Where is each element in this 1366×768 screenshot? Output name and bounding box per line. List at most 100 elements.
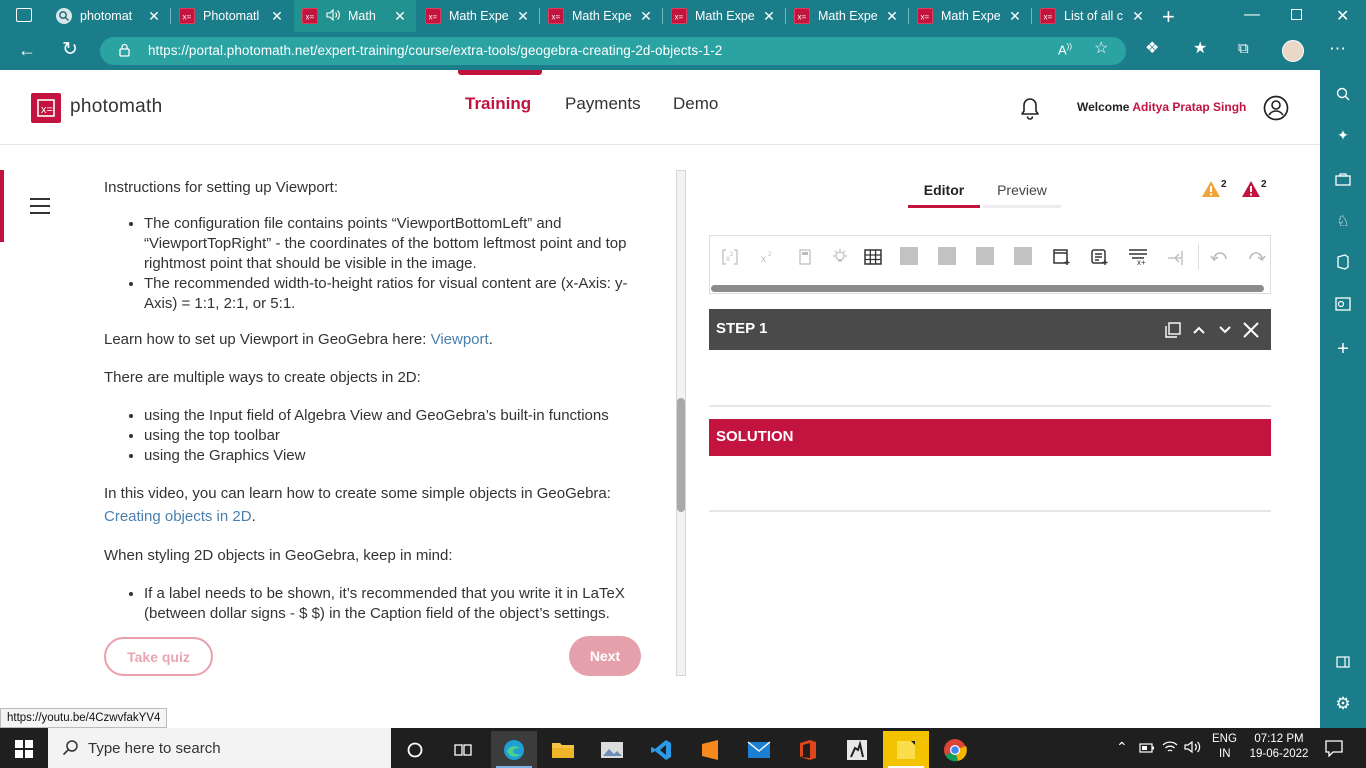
tools-icon[interactable] bbox=[1330, 166, 1356, 192]
browser-tab[interactable]: x= Math Expe ✕ bbox=[909, 0, 1031, 32]
block-icon[interactable] bbox=[938, 247, 956, 265]
discover-icon[interactable]: ✦ bbox=[1330, 122, 1356, 148]
browser-tab[interactable]: x= Math Expe ✕ bbox=[540, 0, 662, 32]
undo-icon[interactable] bbox=[1209, 247, 1229, 267]
toolbar-scrollbar[interactable] bbox=[711, 285, 1264, 292]
photomath-logo-icon[interactable]: x= bbox=[31, 93, 61, 123]
block-icon[interactable] bbox=[976, 247, 994, 265]
audio-playing-icon[interactable] bbox=[326, 8, 342, 24]
add-step-icon[interactable] bbox=[1052, 247, 1072, 267]
language-indicator[interactable]: ENG IN bbox=[1212, 733, 1237, 760]
close-tab-icon[interactable]: ✕ bbox=[884, 8, 900, 25]
volume-icon[interactable] bbox=[1184, 740, 1202, 757]
sidebar-settings-icon[interactable]: ⚙ bbox=[1330, 691, 1356, 717]
office-app-icon[interactable] bbox=[785, 731, 831, 768]
favorites-icon[interactable]: ★ bbox=[1193, 41, 1207, 57]
superscript-icon[interactable]: x2 bbox=[757, 247, 777, 267]
tab-actions-icon[interactable] bbox=[16, 8, 32, 22]
close-window-icon[interactable]: ✕ bbox=[1336, 6, 1349, 26]
menu-icon[interactable] bbox=[30, 198, 50, 216]
close-tab-icon[interactable]: ✕ bbox=[146, 8, 162, 25]
close-tab-icon[interactable]: ✕ bbox=[761, 8, 777, 25]
back-icon[interactable]: ← bbox=[18, 41, 36, 59]
hide-sidebar-icon[interactable] bbox=[1330, 649, 1356, 675]
table-icon[interactable] bbox=[863, 247, 883, 267]
sticky-notes-icon[interactable] bbox=[883, 731, 929, 768]
read-aloud-icon[interactable]: A)) bbox=[1058, 43, 1072, 57]
cortana-icon[interactable] bbox=[392, 731, 438, 768]
battery-icon[interactable] bbox=[1139, 742, 1155, 757]
browser-tab[interactable]: x= Math Expe ✕ bbox=[663, 0, 785, 32]
profile-avatar[interactable] bbox=[1282, 40, 1304, 62]
tab-preview[interactable]: Preview bbox=[983, 182, 1061, 208]
wifi-icon[interactable] bbox=[1162, 740, 1178, 757]
lock-icon[interactable] bbox=[119, 43, 130, 57]
browser-tab[interactable]: x= List of all c ✕ bbox=[1032, 0, 1154, 32]
refresh-icon[interactable]: ↻ bbox=[62, 40, 78, 59]
more-options-icon[interactable]: ⋯ bbox=[1329, 40, 1346, 57]
office-icon[interactable] bbox=[1330, 249, 1356, 275]
nav-payments[interactable]: Payments bbox=[565, 94, 641, 114]
close-tab-icon[interactable]: ✕ bbox=[638, 8, 654, 25]
taskbar-search[interactable]: Type here to search bbox=[48, 728, 391, 768]
file-explorer-icon[interactable] bbox=[540, 731, 586, 768]
move-up-icon[interactable] bbox=[1191, 322, 1207, 343]
windows-start-icon[interactable] bbox=[15, 740, 33, 763]
subscript-icon[interactable]: x2 bbox=[720, 247, 740, 267]
new-tab-icon[interactable]: + bbox=[1162, 4, 1175, 30]
add-note-icon[interactable] bbox=[1090, 247, 1110, 267]
browser-tab[interactable]: x= Math ✕ bbox=[294, 0, 416, 32]
tray-expand-icon[interactable]: ⌃ bbox=[1116, 739, 1128, 756]
redo-icon[interactable] bbox=[1247, 247, 1267, 267]
close-step-icon[interactable] bbox=[1241, 320, 1261, 345]
warning-icon[interactable] bbox=[1200, 178, 1222, 205]
error-icon[interactable] bbox=[1240, 178, 1262, 205]
browser-tab[interactable]: x= Math Expe ✕ bbox=[786, 0, 908, 32]
close-tab-icon[interactable]: ✕ bbox=[392, 8, 408, 25]
extensions-icon[interactable]: ❖ bbox=[1145, 41, 1159, 57]
browser-tab[interactable]: x= Math Expe ✕ bbox=[417, 0, 539, 32]
take-quiz-button[interactable]: Take quiz bbox=[104, 637, 213, 676]
edge-app-icon[interactable] bbox=[491, 731, 537, 768]
notifications-icon[interactable] bbox=[1325, 739, 1343, 760]
browser-tab[interactable]: x= Photomatl ✕ bbox=[171, 0, 293, 32]
clock[interactable]: 07:12 PM 19-06-2022 bbox=[1249, 733, 1309, 760]
games-icon[interactable]: ♘ bbox=[1330, 208, 1356, 234]
chrome-icon[interactable] bbox=[932, 731, 978, 768]
add-sidebar-item-icon[interactable]: + bbox=[1330, 336, 1356, 362]
add-equation-icon[interactable]: x+ bbox=[1128, 247, 1148, 267]
mail-app-icon[interactable] bbox=[736, 731, 782, 768]
nav-training[interactable]: Training bbox=[465, 94, 531, 114]
vscode-icon[interactable] bbox=[638, 731, 684, 768]
creating-objects-link[interactable]: Creating objects in 2D bbox=[104, 508, 252, 525]
scrollbar-thumb[interactable] bbox=[677, 398, 685, 512]
search-icon[interactable] bbox=[1330, 81, 1356, 107]
insert-line-icon[interactable] bbox=[1166, 247, 1186, 267]
duplicate-step-icon[interactable] bbox=[1165, 322, 1181, 343]
user-account-icon[interactable] bbox=[1263, 95, 1289, 126]
close-tab-icon[interactable]: ✕ bbox=[269, 8, 285, 25]
next-button[interactable]: Next bbox=[569, 636, 641, 676]
favorite-add-icon[interactable]: ☆ bbox=[1094, 41, 1108, 57]
calculator-icon[interactable] bbox=[795, 247, 815, 267]
nav-demo[interactable]: Demo bbox=[673, 94, 718, 114]
close-tab-icon[interactable]: ✕ bbox=[515, 8, 531, 25]
sublime-text-icon[interactable] bbox=[687, 731, 733, 768]
close-tab-icon[interactable]: ✕ bbox=[1130, 8, 1146, 25]
collections-icon[interactable]: ⧉ bbox=[1238, 41, 1249, 56]
tab-editor[interactable]: Editor bbox=[908, 182, 980, 208]
restore-icon[interactable] bbox=[1291, 9, 1302, 20]
browser-tab[interactable]: photomat ✕ bbox=[48, 0, 170, 32]
move-down-icon[interactable] bbox=[1217, 322, 1233, 343]
block-icon[interactable] bbox=[1014, 247, 1032, 265]
photos-app-icon[interactable] bbox=[589, 731, 635, 768]
cs-app-icon[interactable] bbox=[834, 731, 880, 768]
url-text[interactable]: https://portal.photomath.net/expert-trai… bbox=[148, 43, 722, 58]
notification-bell-icon[interactable] bbox=[1017, 95, 1043, 126]
minimize-icon[interactable]: — bbox=[1244, 6, 1260, 24]
viewport-link[interactable]: Viewport bbox=[431, 331, 489, 348]
logo-text[interactable]: photomath bbox=[70, 96, 163, 118]
close-tab-icon[interactable]: ✕ bbox=[1007, 8, 1023, 25]
hint-bulb-icon[interactable] bbox=[830, 247, 850, 267]
outlook-icon[interactable] bbox=[1330, 291, 1356, 317]
